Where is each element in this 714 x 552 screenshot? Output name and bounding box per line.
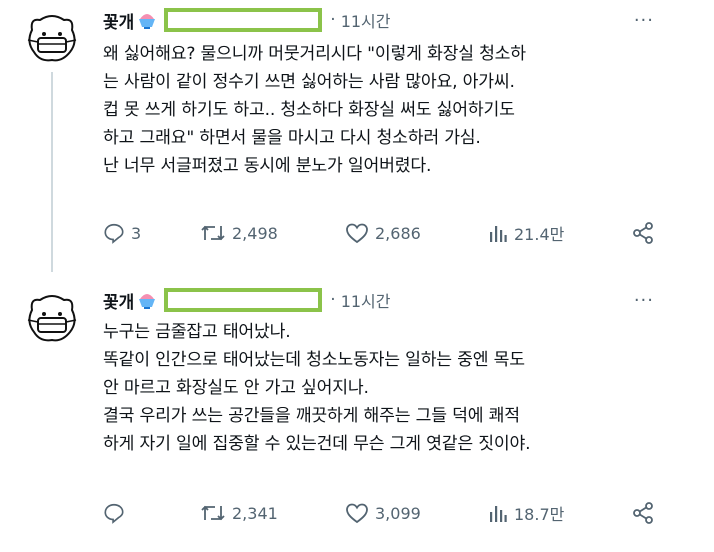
tweet-text: 왜 싫어해요? 물으니까 머뭇거리시다 "이렇게 화장실 청소하 는 사람이 같…	[103, 40, 663, 180]
views-button[interactable]: 21.4만	[488, 219, 564, 247]
shaved-ice-emoji-icon	[136, 9, 158, 31]
reply-button[interactable]	[103, 499, 131, 527]
share-icon	[633, 502, 653, 524]
shaved-ice-emoji-icon	[136, 289, 158, 311]
tweet-header: 꽃개 · 11시간	[103, 7, 391, 33]
tweet-2[interactable]: 꽃개 · 11시간 ··· 누구는 금줄잡고 태어났나. 똑같이 인간으로 태어…	[0, 280, 714, 552]
text-line: 왜 싫어해요? 물으니까 머뭇거리시다 "이렇게 화장실 청소하	[103, 44, 526, 64]
bear-avatar-icon[interactable]	[22, 8, 82, 68]
like-button[interactable]: 2,686	[345, 219, 421, 247]
text-line: 누구는 금줄잡고 태어났나.	[103, 322, 291, 342]
views-chart-icon	[490, 506, 507, 522]
more-options-button[interactable]: ···	[634, 290, 654, 311]
reply-icon	[104, 503, 124, 524]
bear-avatar-icon[interactable]	[22, 288, 82, 348]
tweet-1[interactable]: 꽃개 · 11시간 ··· 왜 싫어해요? 물으니까 머뭇거리시다 "이렇게 화…	[0, 0, 714, 272]
views-button[interactable]: 18.7만	[488, 499, 564, 527]
views-chart-icon	[490, 226, 507, 242]
like-count: 3,099	[375, 503, 421, 523]
tweet-text: 누구는 금줄잡고 태어났나. 똑같이 인간으로 태어났는데 청소노동자는 일하는…	[103, 318, 663, 458]
tweet-header: 꽃개 · 11시간	[103, 287, 391, 313]
retweet-count: 2,341	[232, 503, 278, 523]
retweet-icon	[201, 505, 225, 521]
redacted-handle	[164, 8, 323, 32]
text-line: 똑같이 인간으로 태어났는데 청소노동자는 일하는 중엔 목도	[103, 350, 525, 370]
text-line: 컵 못 쓰게 하기도 하고.. 청소하다 화장실 써도 싫어하기도	[103, 100, 515, 120]
display-name[interactable]: 꽃개	[103, 8, 134, 33]
redacted-handle	[164, 288, 323, 312]
text-line: 하고 그래요" 하면서 물을 마시고 다시 청소하러 가심.	[103, 128, 481, 148]
heart-icon	[346, 503, 368, 524]
share-button[interactable]	[631, 499, 661, 527]
text-line: 하게 자기 일에 집중할 수 있는건데 무슨 그게 엿같은 짓이야.	[103, 434, 531, 454]
text-line: 는 사람이 같이 정수기 쓰면 싫어하는 사람 많아요, 아가씨.	[103, 72, 515, 92]
like-count: 2,686	[375, 223, 421, 243]
action-bar: 2,341 3,099 18.7만	[103, 499, 663, 527]
timestamp[interactable]: 11시간	[341, 288, 391, 312]
text-line: 결국 우리가 쓰는 공간들을 깨끗하게 해주는 그들 덕에 쾌적	[103, 406, 520, 426]
like-button[interactable]: 3,099	[345, 499, 421, 527]
text-line: 난 너무 서글퍼졌고 동시에 분노가 일어버렸다.	[103, 156, 432, 176]
separator-dot: ·	[330, 10, 336, 30]
retweet-button[interactable]: 2,498	[200, 219, 278, 247]
retweet-button[interactable]: 2,341	[200, 499, 278, 527]
retweet-count: 2,498	[232, 223, 278, 243]
separator-dot: ·	[330, 290, 336, 310]
thread-line	[51, 72, 53, 272]
retweet-icon	[201, 225, 225, 241]
view-count: 18.7만	[514, 505, 565, 524]
more-options-button[interactable]: ···	[634, 10, 654, 31]
reply-button[interactable]: 3	[103, 219, 141, 247]
action-bar: 3 2,498 2,686 21.4만	[103, 219, 663, 247]
share-button[interactable]	[631, 219, 661, 247]
share-icon	[633, 222, 653, 244]
reply-count: 3	[131, 223, 142, 243]
display-name[interactable]: 꽃개	[103, 288, 134, 313]
reply-icon	[104, 223, 124, 244]
timestamp[interactable]: 11시간	[341, 8, 391, 32]
text-line: 안 마르고 화장실도 안 가고 싶어지나.	[103, 378, 369, 398]
heart-icon	[346, 223, 368, 244]
view-count: 21.4만	[514, 225, 565, 244]
